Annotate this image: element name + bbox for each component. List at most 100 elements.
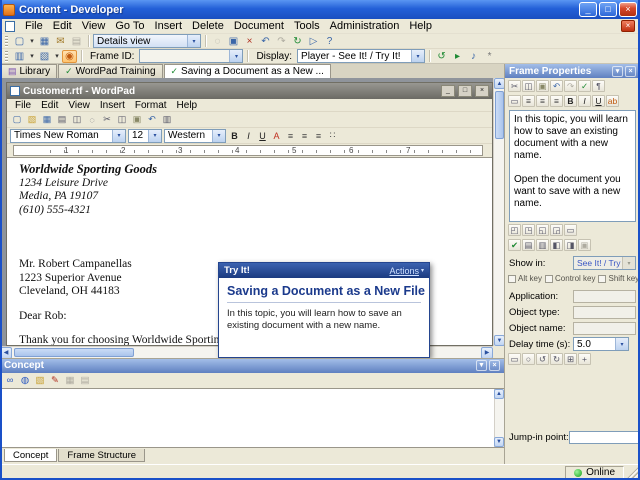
spellcheck-icon[interactable]: ✓: [578, 80, 591, 92]
actions-menu[interactable]: Actions ▾: [389, 266, 424, 276]
concept-editor[interactable]: ▲ ▼: [0, 387, 504, 449]
bubble-template-icon[interactable]: ▭: [508, 95, 521, 107]
new-icon[interactable]: ▢: [10, 113, 24, 126]
concept-scrollbar[interactable]: ▲ ▼: [494, 388, 504, 448]
menu-view[interactable]: View: [77, 20, 111, 32]
bullets-icon[interactable]: ∷: [326, 129, 339, 142]
underline-icon[interactable]: U: [592, 95, 605, 107]
datetime-icon[interactable]: ▥: [160, 113, 174, 126]
resize-grip[interactable]: [626, 466, 638, 478]
copy-icon[interactable]: ◫: [522, 80, 535, 92]
bubble-no-pointer-icon[interactable]: ▭: [564, 224, 577, 236]
menu-administration[interactable]: Administration: [325, 20, 405, 32]
menu-edit[interactable]: Edit: [48, 20, 77, 32]
scroll-down-icon[interactable]: ▼: [494, 335, 504, 346]
bubble-pointer-top-left-icon[interactable]: ◰: [508, 224, 521, 236]
scroll-right-icon[interactable]: ▶: [481, 347, 493, 358]
help-icon[interactable]: ?: [322, 35, 337, 48]
scroll-up-icon[interactable]: ▲: [494, 388, 504, 399]
menu-file[interactable]: File: [20, 20, 48, 32]
bubble-pointer-bottom-left-icon[interactable]: ◱: [536, 224, 549, 236]
shift-key-checkbox[interactable]: [598, 274, 607, 283]
bubble-pointer-bottom-right-icon[interactable]: ◲: [550, 224, 563, 236]
close-panel-icon[interactable]: ×: [625, 65, 636, 77]
menu-tools[interactable]: Tools: [289, 20, 325, 32]
menu-help[interactable]: Help: [404, 20, 437, 32]
bubble-text-editor[interactable]: In this topic, you will learn how to sav…: [509, 110, 636, 222]
tab-library[interactable]: ▤ Library: [1, 64, 58, 78]
refresh-icon[interactable]: ↻: [290, 35, 305, 48]
show-bubble-icon[interactable]: ✔: [508, 239, 521, 251]
find-icon[interactable]: ◌: [210, 35, 225, 48]
preview-icon[interactable]: ▷: [306, 35, 321, 48]
undo-icon[interactable]: ↶: [258, 35, 273, 48]
delay-time-select[interactable]: 5.0 ▾: [573, 337, 629, 351]
chevron-down-icon[interactable]: ▾: [229, 50, 243, 62]
alt-key-checkbox[interactable]: [508, 274, 516, 283]
rotate-left-icon[interactable]: ↺: [536, 353, 549, 365]
align-right-icon[interactable]: ≡: [312, 129, 325, 142]
refresh-player-icon[interactable]: ↺: [434, 50, 449, 63]
jump-in-point-field[interactable]: [568, 430, 640, 444]
menu-insert[interactable]: Insert: [150, 20, 188, 32]
audio-icon[interactable]: ♪: [466, 50, 481, 63]
chevron-down-icon[interactable]: ▾: [411, 50, 425, 62]
menu-document[interactable]: Document: [229, 20, 289, 32]
close-button[interactable]: ×: [619, 2, 637, 17]
tab-concept[interactable]: Concept: [4, 449, 58, 463]
scroll-down-icon[interactable]: ▼: [494, 437, 504, 448]
paste-icon[interactable]: ▣: [130, 113, 144, 126]
minimize-button[interactable]: _: [579, 2, 597, 17]
auto-hide-pin-icon[interactable]: ▾: [612, 65, 623, 77]
close-document-button[interactable]: ×: [621, 20, 635, 32]
horizontal-scroll-thumb[interactable]: [14, 348, 134, 357]
copy-icon[interactable]: ◫: [115, 113, 129, 126]
bubble-pointer-top-right-icon[interactable]: ◳: [522, 224, 535, 236]
find-icon[interactable]: ◌: [85, 113, 99, 126]
align-center-icon[interactable]: ≡: [536, 95, 549, 107]
redo-icon[interactable]: ↷: [274, 35, 289, 48]
align-left-icon[interactable]: ≡: [284, 129, 297, 142]
menu-go-to[interactable]: Go To: [110, 20, 149, 32]
save-icon[interactable]: ▦: [37, 35, 52, 48]
maximize-button[interactable]: □: [599, 2, 617, 17]
open-icon[interactable]: ▧: [25, 113, 39, 126]
toolbar-grip[interactable]: [5, 35, 8, 47]
panel-menu-icon[interactable]: ▼: [476, 360, 487, 372]
send-for-review-icon[interactable]: ✉: [53, 35, 68, 48]
circle-select-icon[interactable]: ○: [522, 353, 535, 365]
insert-object-icon[interactable]: ▧: [37, 50, 52, 63]
new-document-icon[interactable]: ▢: [12, 35, 27, 48]
print-preview-icon[interactable]: ◫: [70, 113, 84, 126]
delete-icon[interactable]: ×: [242, 35, 257, 48]
rotate-right-icon[interactable]: ↻: [550, 353, 563, 365]
crosshair-icon[interactable]: +: [578, 353, 591, 365]
tab-wordpad-training[interactable]: ✓ WordPad Training: [58, 64, 163, 78]
edit-text-icon[interactable]: ✎: [48, 374, 62, 387]
insert-image-icon[interactable]: ▧: [33, 374, 47, 387]
menu-delete[interactable]: Delete: [187, 20, 229, 32]
cut-icon[interactable]: ✂: [100, 113, 114, 126]
play-frame-icon[interactable]: ▸: [450, 50, 465, 63]
highlight-icon[interactable]: ab: [606, 95, 619, 107]
insert-link-icon[interactable]: ∞: [3, 374, 17, 387]
insert-table-icon[interactable]: ▦: [63, 374, 77, 387]
translate-icon[interactable]: ¶: [592, 80, 605, 92]
insert-frame-dropdown-icon[interactable]: ▾: [28, 50, 36, 63]
tab-saving-a-document[interactable]: ✓ Saving a Document as a New ...: [163, 64, 331, 78]
vertical-scroll-thumb[interactable]: [495, 91, 504, 139]
paste-icon[interactable]: ▣: [536, 80, 549, 92]
font-color-icon[interactable]: A: [270, 129, 283, 142]
tryit-title-bar[interactable]: Try It! Actions ▾: [219, 263, 429, 278]
print-icon[interactable]: ▤: [55, 113, 69, 126]
save-icon[interactable]: ▦: [40, 113, 54, 126]
frame-id-select[interactable]: ▾: [139, 49, 244, 63]
properties-icon[interactable]: ▣: [226, 35, 241, 48]
italic-icon[interactable]: I: [578, 95, 591, 107]
image-left-icon[interactable]: ◧: [550, 239, 563, 251]
undo-icon[interactable]: ↶: [145, 113, 159, 126]
bold-icon[interactable]: B: [228, 129, 241, 142]
italic-icon[interactable]: I: [242, 129, 255, 142]
image-none-icon[interactable]: ▣: [578, 239, 591, 251]
insert-frame-icon[interactable]: ▥: [12, 50, 27, 63]
